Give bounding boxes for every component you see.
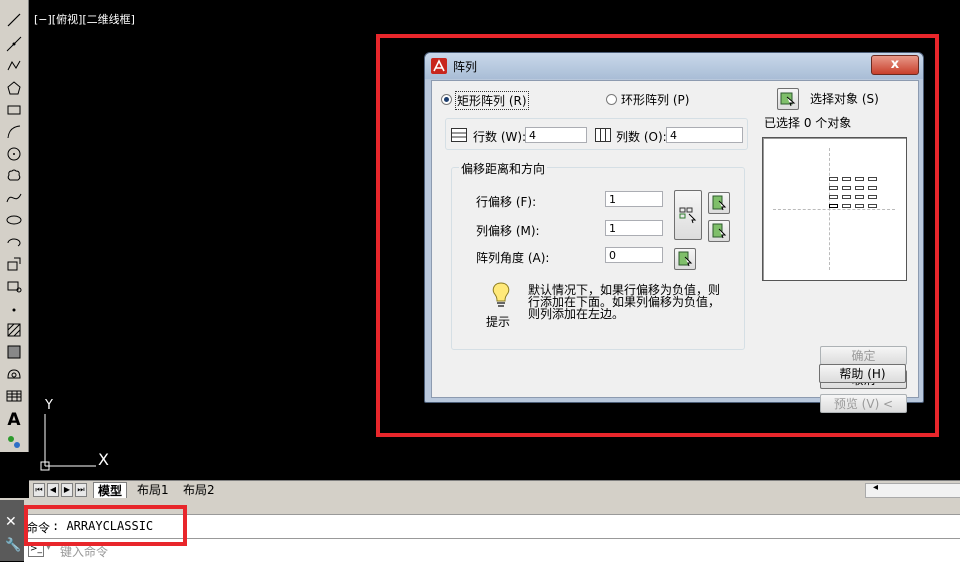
table-icon[interactable] bbox=[3, 386, 25, 406]
select-objects-button[interactable] bbox=[777, 88, 799, 110]
preview-cell bbox=[855, 177, 864, 181]
polar-array-label[interactable]: 环形阵列 (P) bbox=[621, 91, 689, 108]
lightbulb-icon bbox=[492, 282, 510, 307]
rows-input[interactable]: 4 bbox=[525, 127, 587, 143]
rect-array-label[interactable]: 矩形阵列 (R) bbox=[455, 91, 529, 110]
dialog-titlebar[interactable]: 阵列 x bbox=[425, 53, 923, 79]
preview-cell bbox=[842, 195, 851, 199]
viewport-controls-label[interactable]: [−][俯视][二维线框] bbox=[34, 11, 135, 27]
preview-cell bbox=[855, 204, 864, 208]
draw-toolbar: A bbox=[0, 0, 29, 452]
pick-point-icon bbox=[712, 223, 727, 239]
pick-col-offset-button[interactable] bbox=[708, 220, 730, 242]
ellipse-icon[interactable] bbox=[3, 210, 25, 230]
preview-button[interactable]: 预览 (V) < bbox=[820, 394, 907, 413]
preview-cell bbox=[829, 177, 838, 181]
line-icon[interactable] bbox=[3, 10, 25, 30]
polyline-icon[interactable] bbox=[3, 56, 25, 76]
pick-unit-cell-button[interactable] bbox=[674, 190, 702, 240]
wrench-icon[interactable]: 🔧 bbox=[5, 538, 21, 553]
insert-block-icon[interactable] bbox=[3, 254, 25, 274]
array-preview bbox=[762, 137, 907, 281]
layout-tabs-bar: ⏮ ◀ ▶ ⏭ 模型 布局1 布局2 ◂ bbox=[29, 480, 960, 499]
preview-cell bbox=[829, 186, 838, 190]
row-offset-input[interactable]: 1 bbox=[605, 191, 663, 207]
autocad-logo-icon bbox=[431, 58, 447, 74]
circle-icon[interactable] bbox=[3, 144, 25, 164]
horizontal-scrollbar[interactable] bbox=[865, 483, 960, 498]
command-highlight-box bbox=[24, 505, 187, 546]
arc-icon[interactable] bbox=[3, 122, 25, 142]
hatch-icon[interactable] bbox=[3, 320, 25, 340]
gradient-icon[interactable] bbox=[3, 342, 25, 362]
col-offset-input[interactable]: 1 bbox=[605, 220, 663, 236]
col-offset-label: 列偏移 (M): bbox=[476, 224, 540, 238]
command-sidebar: ✕ 🔧 bbox=[0, 500, 24, 561]
columns-input[interactable]: 4 bbox=[666, 127, 743, 143]
selected-count: 已选择 0 个对象 bbox=[764, 116, 852, 130]
rows-label: 行数 (W): bbox=[473, 130, 527, 144]
preview-v-axis bbox=[829, 148, 830, 270]
pick-angle-button[interactable] bbox=[674, 248, 696, 270]
revision-cloud-icon[interactable] bbox=[3, 166, 25, 186]
preview-cell bbox=[842, 177, 851, 181]
ucs-x-label: X bbox=[98, 450, 109, 469]
help-button[interactable]: 帮助 (H) bbox=[819, 364, 906, 383]
preview-h-axis bbox=[773, 209, 895, 210]
tip-label: 提示 bbox=[486, 315, 511, 329]
make-block-icon[interactable] bbox=[3, 276, 25, 296]
multiline-text-icon[interactable]: A bbox=[3, 410, 25, 430]
ellipse-arc-icon[interactable] bbox=[3, 232, 25, 252]
columns-label: 列数 (O): bbox=[616, 130, 667, 144]
preview-cell bbox=[842, 186, 851, 190]
pick-row-offset-button[interactable] bbox=[708, 192, 730, 214]
preview-cell bbox=[855, 186, 864, 190]
close-icon[interactable]: ✕ bbox=[5, 514, 17, 530]
angle-label: 阵列角度 (A): bbox=[476, 251, 550, 265]
rect-array-radio[interactable] bbox=[441, 94, 452, 105]
preview-cell bbox=[868, 186, 877, 190]
polar-array-radio[interactable] bbox=[606, 94, 617, 105]
pick-point-icon bbox=[678, 251, 693, 267]
prev-tab-icon[interactable]: ◀ bbox=[47, 483, 59, 497]
unit-cell-icon bbox=[679, 207, 697, 224]
preview-cell bbox=[868, 195, 877, 199]
tab-layout2[interactable]: 布局2 bbox=[179, 482, 219, 498]
preview-cell bbox=[842, 204, 851, 208]
preview-cell bbox=[855, 195, 864, 199]
select-objects-icon bbox=[780, 92, 796, 107]
columns-icon bbox=[595, 128, 611, 142]
last-tab-icon[interactable]: ⏭ bbox=[75, 483, 87, 497]
tab-layout1[interactable]: 布局1 bbox=[133, 482, 173, 498]
tab-model[interactable]: 模型 bbox=[93, 482, 128, 499]
first-tab-icon[interactable]: ⏮ bbox=[33, 483, 45, 497]
row-offset-label: 行偏移 (F): bbox=[476, 195, 537, 209]
add-selected-icon[interactable] bbox=[3, 432, 25, 452]
point-icon[interactable] bbox=[3, 298, 25, 318]
angle-input[interactable]: 0 bbox=[605, 247, 663, 263]
region-icon[interactable] bbox=[3, 364, 25, 384]
offset-group-title: 偏移距离和方向 bbox=[459, 160, 548, 177]
ok-button[interactable]: 确定 bbox=[820, 346, 907, 365]
polygon-icon[interactable] bbox=[3, 78, 25, 98]
preview-cell bbox=[829, 195, 838, 199]
tip-text-line3: 则列添加在左边。 bbox=[528, 307, 625, 321]
next-tab-icon[interactable]: ▶ bbox=[61, 483, 73, 497]
preview-cell bbox=[829, 204, 838, 208]
spline-icon[interactable] bbox=[3, 188, 25, 208]
close-button[interactable]: x bbox=[871, 55, 919, 75]
dialog-title: 阵列 bbox=[453, 60, 478, 74]
preview-cell bbox=[868, 204, 877, 208]
pick-point-icon bbox=[712, 195, 727, 211]
rectangle-icon[interactable] bbox=[3, 100, 25, 120]
preview-cell bbox=[868, 177, 877, 181]
scroll-left-icon[interactable]: ◂ bbox=[873, 482, 878, 493]
ucs-y-label: Y bbox=[45, 398, 53, 413]
select-objects-label: 选择对象 (S) bbox=[810, 92, 879, 106]
construction-line-icon[interactable] bbox=[3, 34, 25, 54]
rows-icon bbox=[451, 128, 467, 142]
